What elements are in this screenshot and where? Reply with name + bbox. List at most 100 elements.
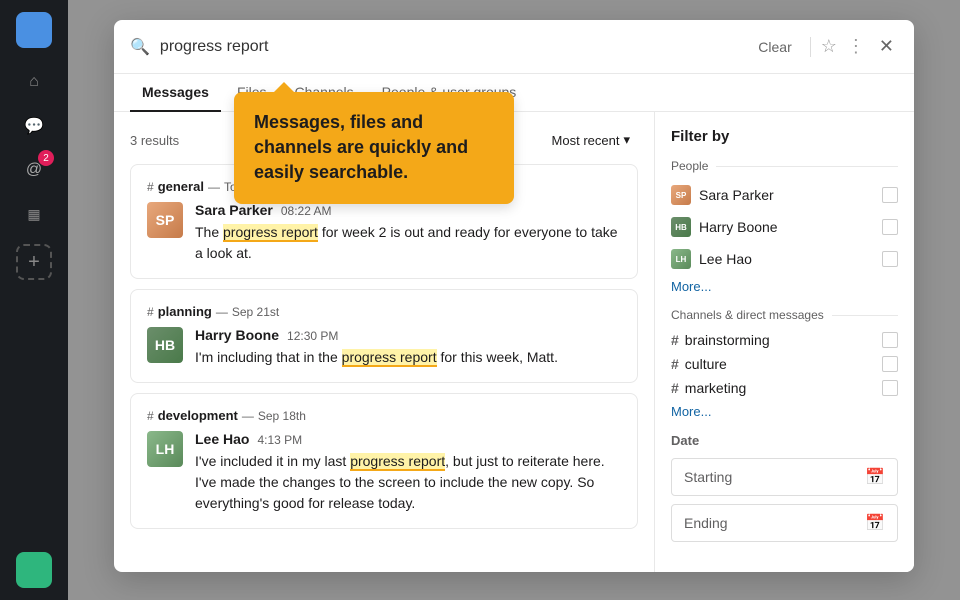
filter-avatar: SP bbox=[671, 185, 691, 205]
text-after: for this week, Matt. bbox=[437, 349, 558, 365]
sidebar-item-home[interactable]: ⌂ bbox=[16, 64, 52, 100]
message-content: Sara Parker 08:22 AM The progress report… bbox=[195, 202, 621, 264]
more-options-icon[interactable]: ⋮ bbox=[847, 36, 865, 57]
search-input[interactable] bbox=[160, 38, 740, 56]
channels-more-link[interactable]: More... bbox=[671, 404, 898, 419]
filter-channel-culture[interactable]: # culture bbox=[671, 356, 898, 372]
message-time: 4:13 PM bbox=[257, 433, 302, 447]
filter-checkbox-culture[interactable] bbox=[882, 356, 898, 372]
message-author: Sara Parker bbox=[195, 202, 273, 218]
filter-person-left: LH Lee Hao bbox=[671, 249, 752, 269]
message-row: SP Sara Parker 08:22 AM The progress rep… bbox=[147, 202, 621, 264]
filter-person-left: HB Harry Boone bbox=[671, 217, 778, 237]
close-button[interactable]: ✕ bbox=[875, 32, 898, 61]
message-time: 12:30 PM bbox=[287, 329, 338, 343]
hash-icon: # bbox=[671, 380, 679, 396]
filter-checkbox-marketing[interactable] bbox=[882, 380, 898, 396]
filter-channel-left: # culture bbox=[671, 356, 727, 372]
workspace-logo[interactable] bbox=[16, 12, 52, 48]
highlighted-term: progress report bbox=[223, 224, 318, 242]
grid-icon: ▦ bbox=[27, 206, 40, 223]
search-header: 🔍 Clear ☆ ⋮ ✕ bbox=[114, 20, 914, 74]
date-section-label: Date bbox=[671, 433, 898, 448]
message-content: Lee Hao 4:13 PM I've included it in my l… bbox=[195, 431, 621, 514]
channel-name: development bbox=[158, 408, 238, 423]
message-card: # development — Sep 18th LH Lee Hao 4:13… bbox=[130, 393, 638, 529]
add-icon: + bbox=[28, 251, 40, 274]
message-row: HB Harry Boone 12:30 PM I'm including th… bbox=[147, 327, 621, 368]
highlighted-term: progress report bbox=[350, 453, 445, 471]
filter-channel-marketing[interactable]: # marketing bbox=[671, 380, 898, 396]
people-section-label: People bbox=[671, 159, 898, 173]
filter-checkbox-lee[interactable] bbox=[882, 251, 898, 267]
sidebar-bottom bbox=[16, 552, 52, 588]
message-card: # planning — Sep 21st HB Harry Boone 12:… bbox=[130, 289, 638, 383]
sort-label: Most recent bbox=[552, 133, 620, 148]
sidebar-item-messages[interactable]: 💬 bbox=[16, 108, 52, 144]
filter-channel-left: # brainstorming bbox=[671, 332, 770, 348]
sidebar-workspace-avatar[interactable] bbox=[16, 552, 52, 588]
calendar-icon: 📅 bbox=[865, 467, 885, 487]
filter-person-lee[interactable]: LH Lee Hao bbox=[671, 247, 898, 271]
filter-channel-name: brainstorming bbox=[685, 332, 770, 348]
messages-icon: 💬 bbox=[24, 116, 44, 136]
modal-overlay: 🔍 Clear ☆ ⋮ ✕ Messages Files Channels Pe… bbox=[68, 0, 960, 600]
people-more-link[interactable]: More... bbox=[671, 279, 898, 294]
message-date: Sep 18th bbox=[258, 409, 306, 423]
tooltip-text: Messages, files and channels are quickly… bbox=[254, 112, 468, 182]
highlighted-term: progress report bbox=[342, 349, 437, 367]
date-ending-input[interactable]: Ending 📅 bbox=[671, 504, 898, 542]
filter-checkbox-harry[interactable] bbox=[882, 219, 898, 235]
tooltip: Messages, files and channels are quickly… bbox=[234, 92, 514, 204]
filter-channel-name: culture bbox=[685, 356, 727, 372]
message-header: Lee Hao 4:13 PM bbox=[195, 431, 621, 447]
sidebar-item-workspace[interactable]: ▦ bbox=[16, 196, 52, 232]
channel-date-sep: — bbox=[216, 305, 228, 319]
message-author: Lee Hao bbox=[195, 431, 249, 447]
message-date: Sep 21st bbox=[232, 305, 279, 319]
main-area: 🔍 Clear ☆ ⋮ ✕ Messages Files Channels Pe… bbox=[68, 0, 960, 600]
filter-channel-left: # marketing bbox=[671, 380, 746, 396]
filter-person-sara[interactable]: SP Sara Parker bbox=[671, 183, 898, 207]
filter-channel-brainstorming[interactable]: # brainstorming bbox=[671, 332, 898, 348]
text-before: The bbox=[195, 224, 223, 240]
sidebar-item-mentions[interactable]: @ 2 bbox=[16, 152, 52, 188]
channel-date-sep: — bbox=[242, 409, 254, 423]
avatar: SP bbox=[147, 202, 183, 238]
search-modal: 🔍 Clear ☆ ⋮ ✕ Messages Files Channels Pe… bbox=[114, 20, 914, 572]
filter-checkbox-sara[interactable] bbox=[882, 187, 898, 203]
filter-person-harry[interactable]: HB Harry Boone bbox=[671, 215, 898, 239]
sidebar-add-button[interactable]: + bbox=[16, 244, 52, 280]
message-header: Sara Parker 08:22 AM bbox=[195, 202, 621, 218]
text-before: I'm including that in the bbox=[195, 349, 342, 365]
date-starting-input[interactable]: Starting 📅 bbox=[671, 458, 898, 496]
text-before: I've included it in my last bbox=[195, 453, 350, 469]
filter-title: Filter by bbox=[671, 128, 898, 145]
message-channel-header: # development — Sep 18th bbox=[147, 408, 621, 423]
filter-person-name: Sara Parker bbox=[699, 187, 774, 203]
divider bbox=[810, 37, 811, 57]
hash-icon: # bbox=[671, 356, 679, 372]
chevron-down-icon: ▾ bbox=[623, 132, 630, 148]
channel-date: — bbox=[208, 180, 220, 194]
message-channel-header: # planning — Sep 21st bbox=[147, 304, 621, 319]
tab-messages[interactable]: Messages bbox=[130, 74, 221, 112]
filter-checkbox-brainstorming[interactable] bbox=[882, 332, 898, 348]
message-text: I've included it in my last progress rep… bbox=[195, 451, 621, 514]
message-time: 08:22 AM bbox=[281, 204, 332, 218]
starting-label: Starting bbox=[684, 469, 732, 485]
hash-icon: # bbox=[671, 332, 679, 348]
filter-person-name: Harry Boone bbox=[699, 219, 778, 235]
filter-person-name: Lee Hao bbox=[699, 251, 752, 267]
message-content: Harry Boone 12:30 PM I'm including that … bbox=[195, 327, 621, 368]
filter-avatar: HB bbox=[671, 217, 691, 237]
search-icon: 🔍 bbox=[130, 37, 150, 57]
star-icon[interactable]: ☆ bbox=[821, 36, 837, 57]
clear-button[interactable]: Clear bbox=[750, 35, 799, 59]
channel-name: planning bbox=[158, 304, 212, 319]
message-row: LH Lee Hao 4:13 PM I've included it in m… bbox=[147, 431, 621, 514]
avatar: LH bbox=[147, 431, 183, 467]
results-count: 3 results bbox=[130, 133, 179, 148]
message-text: The progress report for week 2 is out an… bbox=[195, 222, 621, 264]
sort-dropdown[interactable]: Most recent ▾ bbox=[544, 128, 638, 152]
